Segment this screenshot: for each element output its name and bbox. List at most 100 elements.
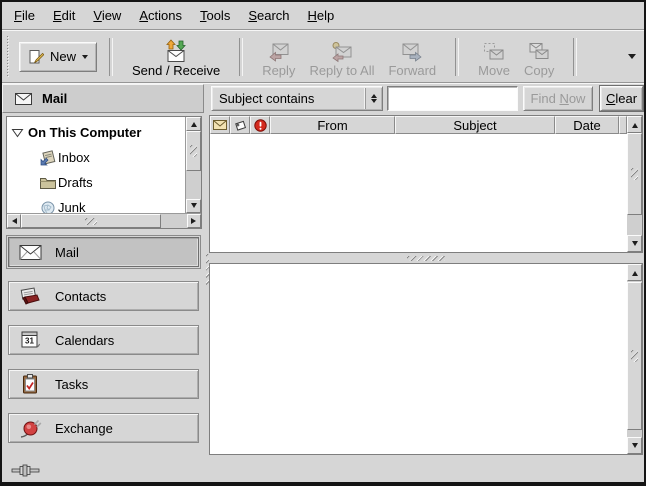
sidebar-header-label: Mail [42, 91, 67, 106]
switcher-label: Mail [55, 245, 79, 260]
scroll-left-button[interactable] [7, 214, 21, 228]
message-list-scrollbar [627, 116, 642, 252]
menu-view[interactable]: View [84, 4, 130, 27]
copy-label: Copy [524, 64, 554, 78]
switcher-exchange-button[interactable]: Exchange [8, 413, 199, 443]
forward-icon [400, 41, 424, 63]
menu-help[interactable]: Help [299, 4, 344, 27]
inbox-icon [39, 149, 57, 166]
menu-edit[interactable]: Edit [44, 4, 84, 27]
toolbar-separator [455, 38, 459, 76]
send-receive-label: Send / Receive [132, 64, 220, 78]
scroll-up-button[interactable] [186, 117, 201, 131]
find-now-button[interactable]: Find Now [523, 86, 593, 111]
reply-icon [267, 41, 291, 63]
switcher-label: Exchange [55, 421, 113, 436]
tree-folder-junk[interactable]: Junk [7, 195, 185, 213]
dropdown-spin-icon [365, 88, 382, 109]
search-filter-value: Subject contains [212, 91, 365, 106]
forward-button[interactable]: Forward [381, 35, 443, 79]
message-list-pane: From Subject Date [209, 115, 643, 253]
move-button[interactable]: Move [471, 35, 517, 79]
flag-icon [234, 119, 247, 132]
folder-tree-horizontal-scrollbar [7, 213, 201, 228]
menu-tools[interactable]: Tools [191, 4, 239, 27]
scroll-track[interactable] [186, 131, 201, 199]
column-flagged[interactable] [230, 116, 250, 134]
scroll-thumb[interactable] [21, 214, 161, 228]
scroll-track[interactable] [627, 133, 642, 235]
toolbar-separator [573, 38, 577, 76]
tree-folder-label: Drafts [58, 175, 93, 190]
calendar-icon: 31 [19, 329, 43, 351]
status-bar [2, 458, 644, 482]
scroll-down-button[interactable] [627, 235, 642, 252]
column-date[interactable]: Date [555, 116, 619, 134]
scroll-thumb[interactable] [627, 133, 642, 215]
mail-header-icon [15, 93, 32, 105]
scroll-down-button[interactable] [627, 437, 642, 454]
arrow-down-icon [632, 443, 638, 451]
tree-folder-label: Inbox [58, 150, 90, 165]
switcher-label: Tasks [55, 377, 88, 392]
send-receive-icon [163, 39, 189, 63]
reply-button[interactable]: Reply [255, 35, 302, 79]
tree-account-row[interactable]: On This Computer [7, 120, 185, 145]
message-list-header: From Subject Date [210, 116, 627, 134]
scroll-track[interactable] [627, 281, 642, 437]
switcher-tasks-button[interactable]: Tasks [8, 369, 199, 399]
scroll-right-button[interactable] [187, 214, 201, 228]
column-from[interactable]: From [270, 116, 395, 134]
switcher-label: Contacts [55, 289, 106, 304]
arrow-down-icon [632, 241, 638, 249]
tree-account-label: On This Computer [28, 125, 141, 140]
expander-icon[interactable] [11, 128, 24, 138]
message-status-icon [213, 120, 227, 130]
contacts-icon [19, 285, 43, 307]
clear-label: Clear [606, 91, 637, 106]
search-input[interactable] [387, 86, 518, 111]
search-filter-dropdown[interactable]: Subject contains [211, 86, 383, 111]
column-importance[interactable] [250, 116, 270, 134]
svg-text:31: 31 [25, 337, 34, 346]
column-filler [619, 116, 627, 134]
switcher-calendars-button[interactable]: 31 Calendars [8, 325, 199, 355]
scroll-thumb[interactable] [186, 131, 201, 171]
reply-to-all-label: Reply to All [309, 64, 374, 78]
preview-body [210, 264, 627, 454]
switcher-contacts-button[interactable]: Contacts [8, 281, 199, 311]
arrow-down-icon [191, 203, 197, 211]
tree-folder-drafts[interactable]: Drafts [7, 170, 185, 195]
scroll-up-button[interactable] [627, 264, 642, 281]
scroll-track[interactable] [21, 214, 187, 228]
menu-search[interactable]: Search [239, 4, 298, 27]
tree-folder-inbox[interactable]: Inbox [7, 145, 185, 170]
folder-tree: On This Computer Inbox [6, 116, 202, 229]
copy-button[interactable]: Copy [517, 35, 561, 79]
column-subject[interactable]: Subject [395, 116, 555, 134]
importance-icon [254, 119, 267, 132]
new-button[interactable]: New [19, 42, 97, 72]
switcher-mail-button[interactable]: Mail [8, 237, 199, 267]
toolbar-overflow-chevron-icon[interactable] [628, 54, 636, 63]
send-receive-button[interactable]: Send / Receive [125, 35, 227, 79]
clear-button[interactable]: Clear [600, 86, 643, 111]
scroll-down-button[interactable] [186, 199, 201, 213]
forward-label: Forward [388, 64, 436, 78]
scroll-up-button[interactable] [627, 116, 642, 133]
reply-to-all-button[interactable]: Reply to All [302, 35, 381, 79]
column-date-label: Date [573, 118, 600, 133]
copy-icon [527, 41, 551, 63]
move-label: Move [478, 64, 510, 78]
preview-splitter[interactable] [209, 253, 643, 263]
toolbar-drag-handle[interactable] [6, 36, 11, 78]
plug-icon[interactable] [11, 464, 41, 477]
column-message-status[interactable] [210, 116, 230, 134]
menu-actions[interactable]: Actions [130, 4, 191, 27]
scroll-thumb[interactable] [627, 282, 642, 430]
new-dropdown-chevron-icon [82, 55, 88, 62]
menu-file[interactable]: File [5, 4, 44, 27]
splitter-grip[interactable] [407, 256, 445, 261]
sidebar-header: Mail [2, 84, 204, 113]
message-list-body[interactable] [210, 134, 627, 252]
